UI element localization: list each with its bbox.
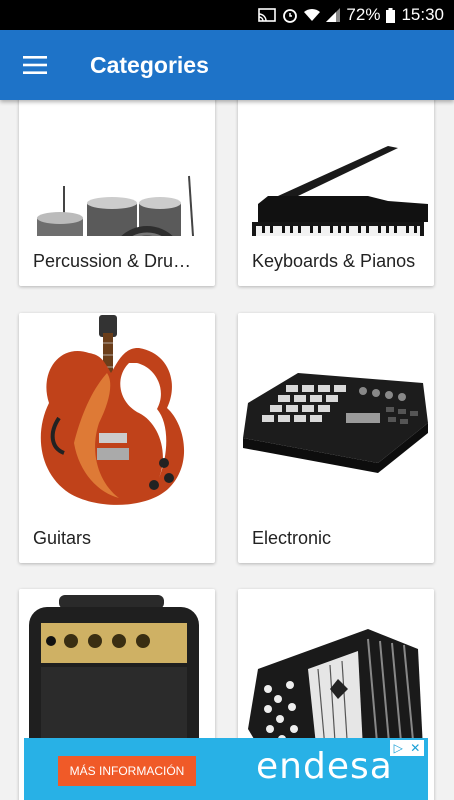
category-label: Percussion & Dru… — [33, 250, 192, 271]
category-card-electronic[interactable]: Electronic — [238, 313, 434, 563]
drum-kit-image: Pearl — [19, 100, 215, 236]
midi-controller-image — [238, 313, 434, 513]
wifi-icon — [304, 8, 321, 22]
electric-guitar-image — [19, 313, 215, 513]
clock: 15:30 — [401, 5, 444, 24]
hamburger-menu-icon — [23, 56, 47, 74]
category-card-guitars[interactable]: Guitars — [19, 313, 215, 563]
adchoices-icon[interactable]: ▷ — [394, 741, 403, 755]
category-label: Electronic — [252, 527, 332, 548]
page-title: Categories — [90, 51, 209, 78]
category-label: Keyboards & Pianos — [252, 250, 416, 271]
ad-brand-logo: endesa — [256, 746, 393, 787]
ad-banner[interactable]: MÁS INFORMACIÓN endesa ▷ ✕ — [24, 738, 428, 800]
category-label: Guitars — [33, 527, 92, 548]
category-card-percussion[interactable]: Pearl Percussion & Dru… — [19, 100, 215, 286]
battery-percent: 72% — [346, 5, 381, 24]
alarm-icon — [282, 7, 298, 23]
app-bar: Categories — [0, 30, 454, 100]
menu-button[interactable] — [0, 30, 70, 100]
battery-icon — [386, 7, 396, 23]
signal-icon — [326, 8, 341, 22]
grand-piano-image — [238, 100, 434, 236]
close-icon[interactable]: ✕ — [410, 741, 420, 755]
ad-controls[interactable]: ▷ ✕ — [390, 740, 424, 756]
cast-icon — [258, 8, 277, 22]
status-bar: 72% 15:30 — [0, 0, 454, 30]
category-card-keyboards[interactable]: Keyboards & Pianos — [238, 100, 434, 286]
category-grid: Pearl Percussion & Dru… — [0, 100, 454, 800]
ad-more-info-button[interactable]: MÁS INFORMACIÓN — [58, 756, 196, 786]
